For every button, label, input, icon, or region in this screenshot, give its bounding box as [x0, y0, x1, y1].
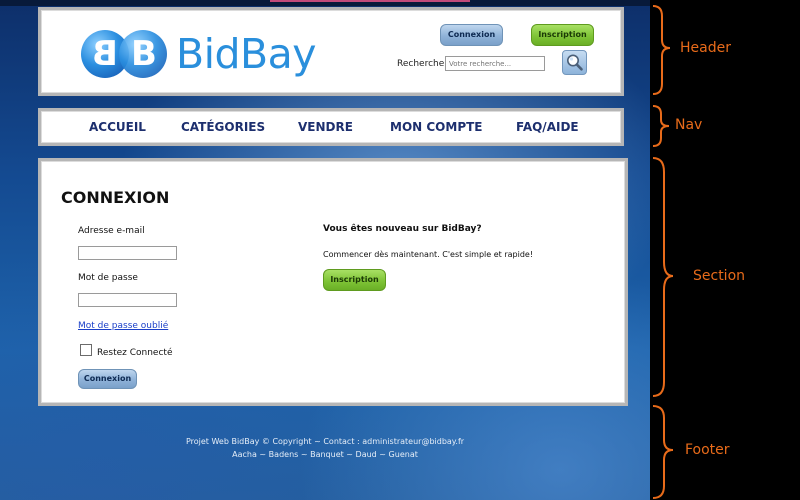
main-nav: ACCUEIL CATÉGORIES VENDRE MON COMPTE FAQ… [38, 108, 624, 146]
brace-header [652, 5, 671, 95]
search-label: Recherche : [397, 59, 451, 69]
site-header: B B BidBay Connexion Inscription Recherc… [38, 7, 624, 96]
footer-authors: Aacha ~ Badens ~ Banquet ~ Daud ~ Guenat [232, 450, 418, 459]
brace-footer [652, 405, 674, 499]
nav-faq-aide[interactable]: FAQ/AIDE [516, 120, 579, 134]
remember-me-label: Restez Connecté [97, 348, 173, 358]
annotation-braces [652, 5, 674, 499]
page-title: CONNEXION [61, 188, 170, 207]
search-button[interactable] [562, 50, 587, 75]
nav-vendre[interactable]: VENDRE [298, 120, 353, 134]
annotation-footer: Footer [685, 442, 730, 458]
new-user-text: Commencer dès maintenant. C'est simple e… [323, 250, 534, 259]
email-field[interactable] [78, 246, 177, 260]
password-field[interactable] [78, 293, 177, 307]
brace-section [652, 157, 674, 397]
password-label: Mot de passe [78, 273, 138, 283]
nav-mon-compte[interactable]: MON COMPTE [390, 120, 483, 134]
annotation-nav: Nav [675, 117, 703, 133]
nav-accueil[interactable]: ACCUEIL [89, 120, 146, 134]
nav-categories[interactable]: CATÉGORIES [181, 120, 265, 134]
logo-mark: B B [81, 28, 175, 80]
logo-letter-right: B [131, 34, 157, 74]
annotation-section: Section [693, 268, 746, 284]
website-viewport: B B BidBay Connexion Inscription Recherc… [0, 0, 650, 500]
footer-copyright: Projet Web BidBay © Copyright ~ Contact … [185, 437, 465, 446]
header-connexion-button[interactable]: Connexion [440, 24, 503, 46]
login-section: CONNEXION Adresse e-mail Mot de passe Mo… [38, 158, 628, 406]
forgot-password-link[interactable]: Mot de passe oublié [78, 321, 168, 331]
remember-me-checkbox[interactable] [80, 344, 92, 356]
new-user-title: Vous êtes nouveau sur BidBay? [323, 224, 482, 234]
login-connexion-button[interactable]: Connexion [78, 369, 137, 389]
logo-letter-left: B [92, 34, 118, 74]
email-label: Adresse e-mail [78, 226, 145, 236]
brace-nav [652, 105, 670, 147]
header-inscription-button[interactable]: Inscription [531, 24, 594, 46]
search-input[interactable] [445, 56, 545, 71]
bidbay-logo[interactable]: B B BidBay [81, 28, 341, 80]
signup-inscription-button[interactable]: Inscription [323, 269, 386, 291]
top-accent-line [270, 0, 470, 2]
search-icon [567, 54, 583, 71]
logo-text: BidBay [176, 30, 317, 78]
annotation-header: Header [680, 40, 731, 56]
